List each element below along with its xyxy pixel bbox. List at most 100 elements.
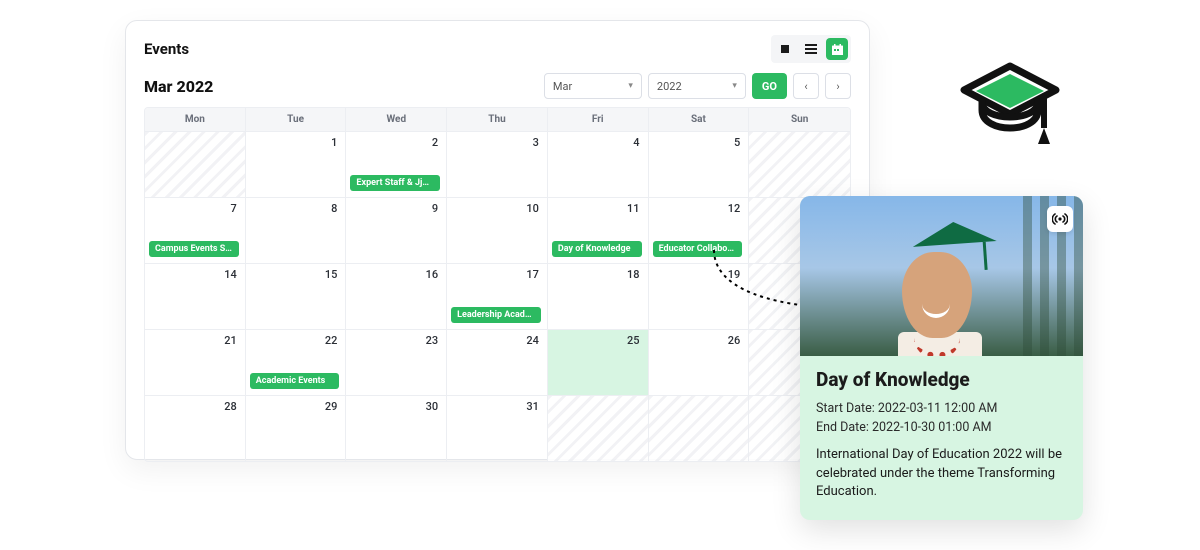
date-number: 9 xyxy=(432,202,438,215)
day-header: Sat xyxy=(649,108,750,131)
calendar-week: 1 2 Expert Staff & Jjou... 3 4 5 xyxy=(145,131,850,197)
page-title: Events xyxy=(144,40,189,58)
date-number: 4 xyxy=(633,136,639,149)
day-header: Thu xyxy=(447,108,548,131)
calendar-cell[interactable]: 12 Educator Collaborative xyxy=(649,197,750,263)
calendar-cell xyxy=(548,395,649,461)
date-number: 21 xyxy=(224,334,237,347)
calendar-cell[interactable]: 2 Expert Staff & Jjou... xyxy=(346,131,447,197)
calendar-cell[interactable]: 21 xyxy=(145,329,246,395)
calendar-cell xyxy=(749,131,850,197)
day-header: Sun xyxy=(749,108,850,131)
view-toggle xyxy=(771,35,851,63)
date-number: 22 xyxy=(325,334,338,347)
current-month-label: Mar 2022 xyxy=(144,77,213,96)
chevron-down-icon: ▾ xyxy=(628,81,633,91)
view-calendar-button[interactable] xyxy=(826,38,848,60)
date-number: 30 xyxy=(426,400,439,413)
calendar-cell xyxy=(145,131,246,197)
year-select-value: 2022 xyxy=(657,80,682,93)
calendar-event[interactable]: Leadership Academy xyxy=(451,307,541,323)
date-number: 28 xyxy=(224,400,237,413)
calendar-week: 7 Campus Events Sc.. 8 9 10 11 Day of Knowledg… xyxy=(145,197,850,263)
date-number: 25 xyxy=(627,334,640,347)
calendar-cell[interactable]: 25 xyxy=(548,329,649,395)
event-end-date: End Date: 2022-10-30 01:00 AM xyxy=(816,418,1067,437)
calendar-event[interactable]: Academic Events xyxy=(250,373,340,389)
chevron-down-icon: ▾ xyxy=(732,81,737,91)
day-header: Fri xyxy=(548,108,649,131)
calendar-cell[interactable]: 30 xyxy=(346,395,447,461)
prev-month-button[interactable]: ‹ xyxy=(793,73,819,99)
controls-right: Mar ▾ 2022 ▾ GO ‹ › xyxy=(544,73,851,99)
calendar-cell[interactable]: 26 xyxy=(649,329,750,395)
date-number: 5 xyxy=(734,136,740,149)
calendar-event[interactable]: Educator Collaborative xyxy=(653,241,743,257)
day-header: Tue xyxy=(246,108,347,131)
calendar-week: 28 29 30 31 xyxy=(145,395,850,461)
calendar-cell[interactable]: 19 xyxy=(649,263,750,329)
calendar-cell[interactable]: 24 xyxy=(447,329,548,395)
calendar-cell[interactable]: 17 Leadership Academy xyxy=(447,263,548,329)
day-header: Mon xyxy=(145,108,246,131)
event-detail-title: Day of Knowledge xyxy=(816,368,1067,391)
view-list-button[interactable] xyxy=(800,38,822,60)
date-number: 10 xyxy=(526,202,539,215)
date-number: 7 xyxy=(230,202,236,215)
event-detail-card: Day of Knowledge Start Date: 2022-03-11 … xyxy=(800,196,1083,520)
go-button[interactable]: GO xyxy=(752,73,787,99)
calendar-cell[interactable]: 3 xyxy=(447,131,548,197)
date-number: 23 xyxy=(426,334,439,347)
calendar-cell[interactable]: 28 xyxy=(145,395,246,461)
calendar-cell[interactable]: 7 Campus Events Sc.. xyxy=(145,197,246,263)
calendar-cell[interactable]: 5 xyxy=(649,131,750,197)
event-detail-body: Day of Knowledge Start Date: 2022-03-11 … xyxy=(800,356,1083,520)
date-number: 24 xyxy=(526,334,539,347)
calendar-cell[interactable]: 22 Academic Events xyxy=(246,329,347,395)
calendar-cell[interactable]: 15 xyxy=(246,263,347,329)
date-number: 18 xyxy=(627,268,640,281)
calendar-cell[interactable]: 31 xyxy=(447,395,548,461)
date-number: 15 xyxy=(325,268,338,281)
calendar-cell[interactable]: 14 xyxy=(145,263,246,329)
calendar-header: Events xyxy=(144,35,851,63)
calendar-event[interactable]: Expert Staff & Jjou... xyxy=(350,175,440,191)
calendar-cell[interactable]: 18 xyxy=(548,263,649,329)
calendar-grid: MonTueWedThuFriSatSun 12Expert Staff & J… xyxy=(144,107,851,462)
date-number: 8 xyxy=(331,202,337,215)
calendar-event[interactable]: Day of Knowledge xyxy=(552,241,642,257)
date-number: 17 xyxy=(526,268,539,281)
date-number: 2 xyxy=(432,136,438,149)
calendar-cell[interactable]: 4 xyxy=(548,131,649,197)
day-header-row: MonTueWedThuFriSatSun xyxy=(145,108,850,131)
date-number: 11 xyxy=(627,202,640,215)
calendar-cell[interactable]: 9 xyxy=(346,197,447,263)
event-detail-image xyxy=(800,196,1083,356)
calendar-cell[interactable]: 29 xyxy=(246,395,347,461)
calendar-cell[interactable]: 16 xyxy=(346,263,447,329)
broadcast-icon xyxy=(1047,206,1073,232)
year-select[interactable]: 2022 ▾ xyxy=(648,73,746,99)
date-number: 1 xyxy=(331,136,337,149)
day-header: Wed xyxy=(346,108,447,131)
month-select[interactable]: Mar ▾ xyxy=(544,73,642,99)
calendar-cell[interactable]: 23 xyxy=(346,329,447,395)
calendar-week: 21 22 Academic Events 23 24 25 26 xyxy=(145,329,850,395)
event-description: International Day of Education 2022 will… xyxy=(816,446,1067,503)
view-card-button[interactable] xyxy=(774,38,796,60)
calendar-card: Events Mar 2022 Mar ▾ 2022 ▾ GO ‹ xyxy=(125,20,870,460)
calendar-cell[interactable]: 8 xyxy=(246,197,347,263)
date-number: 31 xyxy=(526,400,539,413)
calendar-cell[interactable]: 11 Day of Knowledge xyxy=(548,197,649,263)
calendar-cell[interactable]: 1 xyxy=(246,131,347,197)
date-number: 29 xyxy=(325,400,338,413)
month-select-value: Mar xyxy=(553,80,572,93)
date-number: 3 xyxy=(533,136,539,149)
calendar-event[interactable]: Campus Events Sc.. xyxy=(149,241,239,257)
date-number: 14 xyxy=(224,268,237,281)
next-month-button[interactable]: › xyxy=(825,73,851,99)
date-number: 26 xyxy=(728,334,741,347)
date-number: 12 xyxy=(728,202,741,215)
calendar-controls: Mar 2022 Mar ▾ 2022 ▾ GO ‹ › xyxy=(144,73,851,99)
calendar-cell[interactable]: 10 xyxy=(447,197,548,263)
